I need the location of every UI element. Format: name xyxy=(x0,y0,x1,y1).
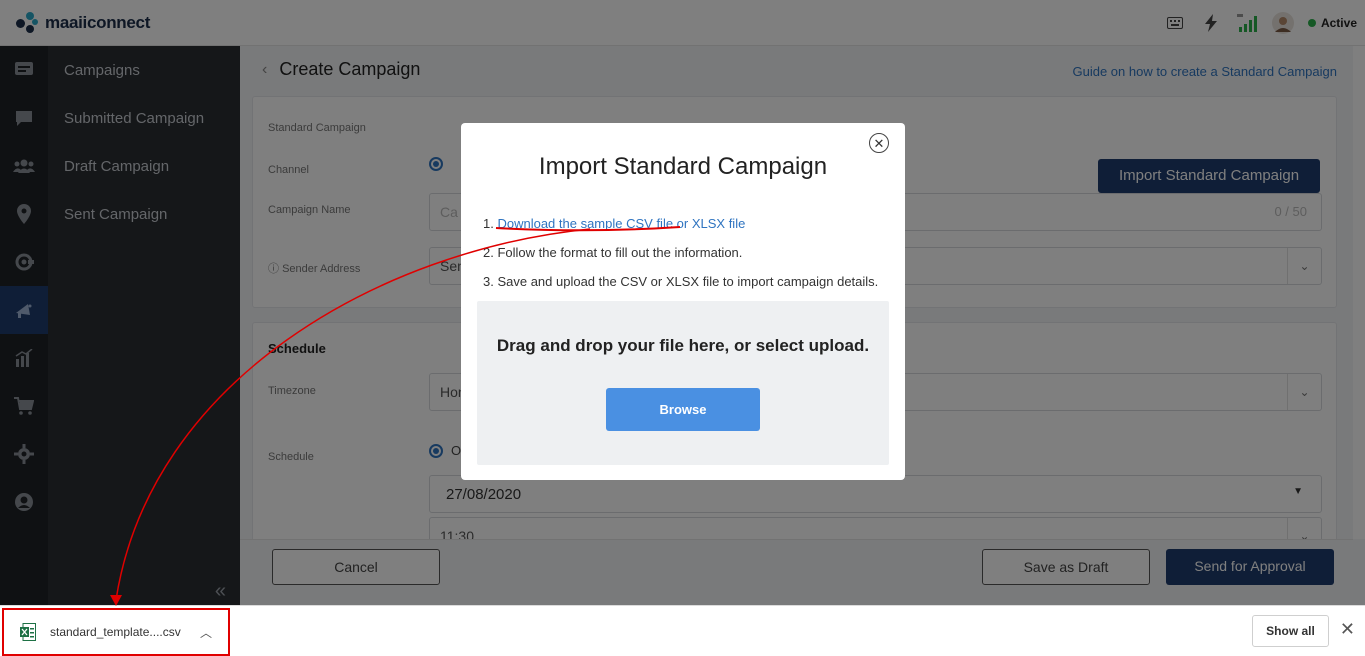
app-window: maaiiconnect Active xyxy=(0,0,1365,605)
step-2: 2. Follow the format to fill out the inf… xyxy=(483,245,743,260)
download-file-name: standard_template....csv xyxy=(50,625,181,639)
import-campaign-modal: ✕ Import Standard Campaign 1. Download t… xyxy=(461,123,905,480)
step-1: 1. Download the sample CSV file or XLSX … xyxy=(483,209,878,238)
import-steps: 1. Download the sample CSV file or XLSX … xyxy=(483,209,878,296)
excel-file-icon xyxy=(20,623,36,641)
file-drop-zone[interactable]: Drag and drop your file here, or select … xyxy=(477,301,889,465)
drop-zone-text: Drag and drop your file here, or select … xyxy=(496,336,870,355)
show-all-button[interactable]: Show all xyxy=(1252,615,1329,647)
close-download-bar-icon[interactable]: ✕ xyxy=(1340,620,1355,638)
download-item[interactable]: standard_template....csv ︿ xyxy=(2,608,230,656)
modal-title: Import Standard Campaign xyxy=(538,153,828,180)
download-xlsx-link[interactable]: or XLSX file xyxy=(673,216,746,231)
download-bar: standard_template....csv ︿ Show all ✕ xyxy=(0,605,1365,656)
close-icon[interactable]: ✕ xyxy=(869,133,889,153)
browse-button[interactable]: Browse xyxy=(606,388,760,431)
download-csv-link[interactable]: Download the sample CSV file xyxy=(497,216,673,231)
step-3: 3. Save and upload the CSV or XLSX file … xyxy=(483,274,879,289)
chevron-up-icon[interactable]: ︿ xyxy=(200,624,212,641)
step-1-prefix: 1. xyxy=(483,216,498,231)
